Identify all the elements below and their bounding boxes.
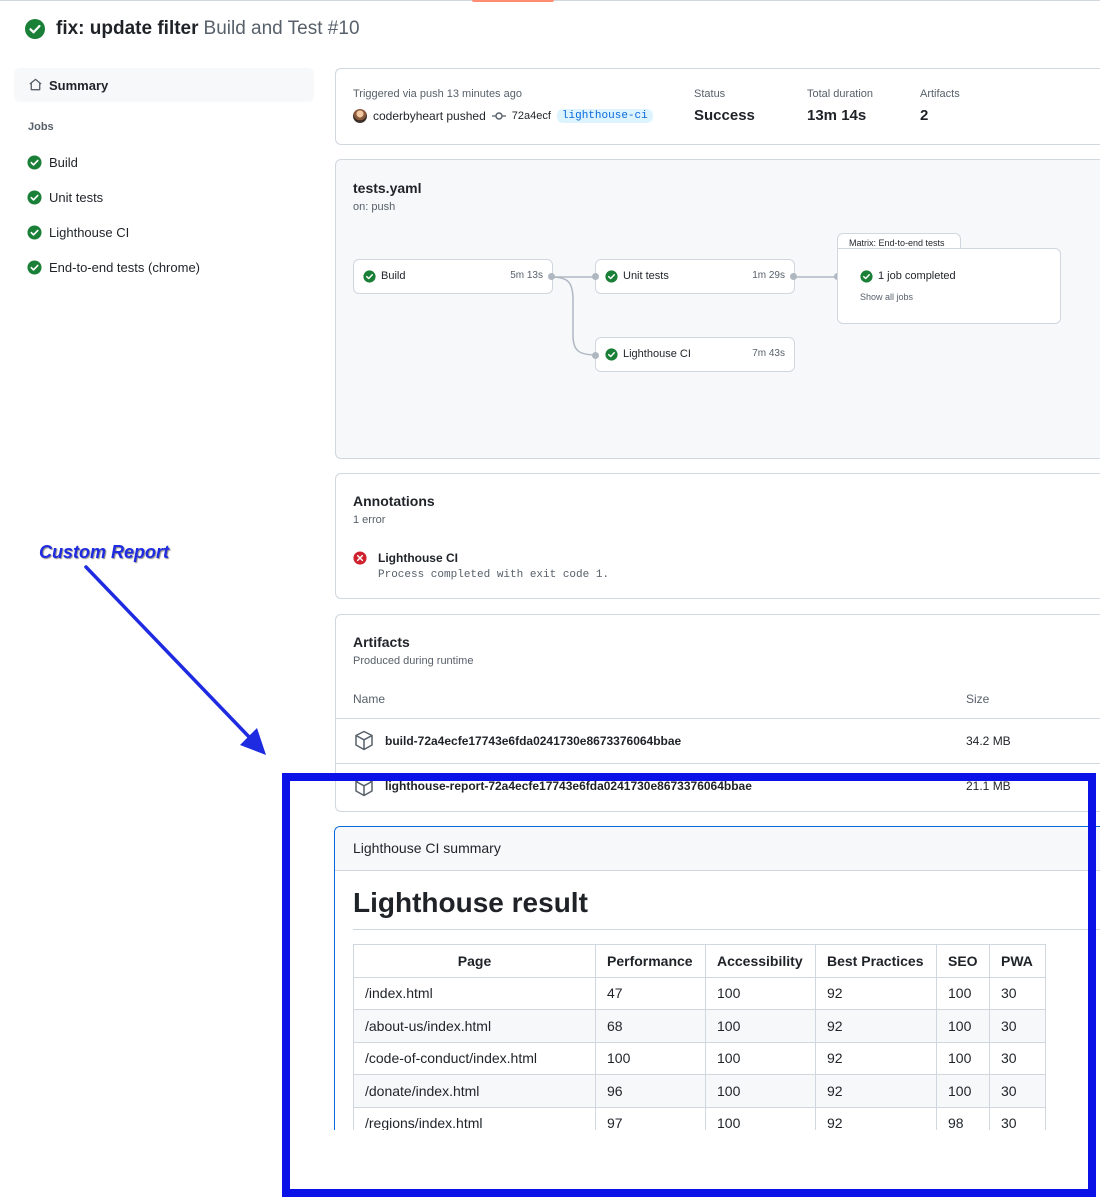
annotations-title: Annotations xyxy=(353,493,435,509)
success-check-icon xyxy=(860,270,873,283)
active-tab-marker xyxy=(472,0,554,2)
pusher-text[interactable]: coderbyheart pushed xyxy=(373,109,486,123)
success-check-icon xyxy=(605,270,618,283)
connector-dot xyxy=(592,352,599,359)
divider xyxy=(336,763,1100,764)
artifacts-title: Artifacts xyxy=(353,634,410,650)
annotations-count: 1 error xyxy=(353,514,386,526)
package-icon xyxy=(355,730,373,751)
divider xyxy=(336,718,1100,719)
node-name: Lighthouse CI xyxy=(623,348,691,360)
connector-dot xyxy=(790,273,797,280)
success-check-icon xyxy=(25,19,45,39)
run-title-commit: fix: update filter xyxy=(56,18,199,39)
matrix-box[interactable] xyxy=(837,248,1061,324)
graph-node-unit-tests[interactable]: Unit tests 1m 29s xyxy=(595,259,795,294)
node-duration: 7m 43s xyxy=(752,348,785,359)
graph-node-lighthouse-ci[interactable]: Lighthouse CI 7m 43s xyxy=(595,337,795,372)
custom-report-callout: Custom Report xyxy=(39,542,169,562)
sidebar-item-e2e-tests[interactable]: End-to-end tests (chrome) xyxy=(20,253,310,281)
success-check-icon xyxy=(363,270,376,283)
annotation-job-link[interactable]: Lighthouse CI xyxy=(378,551,458,565)
artifacts-col-name: Name xyxy=(353,692,386,706)
sidebar-job-label: End-to-end tests (chrome) xyxy=(49,260,201,275)
workflow-file-name: tests.yaml xyxy=(353,180,422,196)
home-icon xyxy=(29,78,42,91)
commit-icon xyxy=(491,112,506,120)
run-title-workflow: Build and Test #10 xyxy=(203,18,360,39)
artifact-build-size: 34.2 MB xyxy=(966,734,1011,748)
success-check-icon xyxy=(27,260,42,275)
artifacts-count-label: Artifacts xyxy=(920,88,960,100)
success-check-icon xyxy=(605,348,618,361)
node-duration: 5m 13s xyxy=(510,270,543,281)
success-check-icon xyxy=(27,225,42,240)
success-check-icon xyxy=(27,190,42,205)
node-duration: 1m 29s xyxy=(752,270,785,281)
duration-value: 13m 14s xyxy=(807,107,867,124)
jobs-heading: Jobs xyxy=(28,121,54,133)
sidebar-job-label: Lighthouse CI xyxy=(49,225,130,240)
sidebar-job-label: Unit tests xyxy=(49,190,104,205)
workflow-trigger: on: push xyxy=(353,201,396,213)
run-title: fix: update filter Build and Test #10 xyxy=(56,18,360,40)
error-x-icon xyxy=(353,551,367,565)
node-name: Build xyxy=(381,270,406,282)
annotation-message: Process completed with exit code 1. xyxy=(378,569,610,581)
commit-sha[interactable]: 72a4ecf xyxy=(512,110,551,122)
matrix-label: Matrix: End-to-end tests xyxy=(849,238,945,248)
sidebar-job-label: Build xyxy=(49,155,78,170)
duration-label: Total duration xyxy=(807,88,874,100)
node-name: Unit tests xyxy=(623,270,669,282)
artifacts-count-value: 2 xyxy=(920,107,929,124)
show-all-jobs-link[interactable]: Show all jobs xyxy=(860,292,913,302)
artifact-build-link[interactable]: build-72a4ecfe17743e6fda0241730e86733760… xyxy=(385,734,681,748)
connector-dot xyxy=(592,273,599,280)
sidebar-item-summary-label: Summary xyxy=(49,78,109,93)
connector-dot xyxy=(548,273,555,280)
matrix-status: 1 job completed xyxy=(878,270,956,282)
status-value: Success xyxy=(694,107,755,124)
branch-tag[interactable]: lighthouse-ci xyxy=(556,109,653,123)
artifacts-col-size: Size xyxy=(966,692,990,706)
success-check-icon xyxy=(27,155,42,170)
callout-arrow xyxy=(84,565,266,755)
avatar[interactable] xyxy=(353,109,367,123)
artifacts-subtitle: Produced during runtime xyxy=(353,655,474,667)
highlight-box xyxy=(282,773,1096,1197)
sidebar-item-build[interactable]: Build xyxy=(20,148,310,176)
sidebar-item-unit-tests[interactable]: Unit tests xyxy=(20,183,310,211)
triggered-text: Triggered via push 13 minutes ago xyxy=(353,88,522,100)
status-label: Status xyxy=(694,88,726,100)
sidebar-item-lighthouse-ci[interactable]: Lighthouse CI xyxy=(20,218,310,246)
trigger-details: coderbyheart pushed 72a4ecf lighthouse-c… xyxy=(353,109,653,123)
graph-node-build[interactable]: Build 5m 13s xyxy=(353,259,553,294)
